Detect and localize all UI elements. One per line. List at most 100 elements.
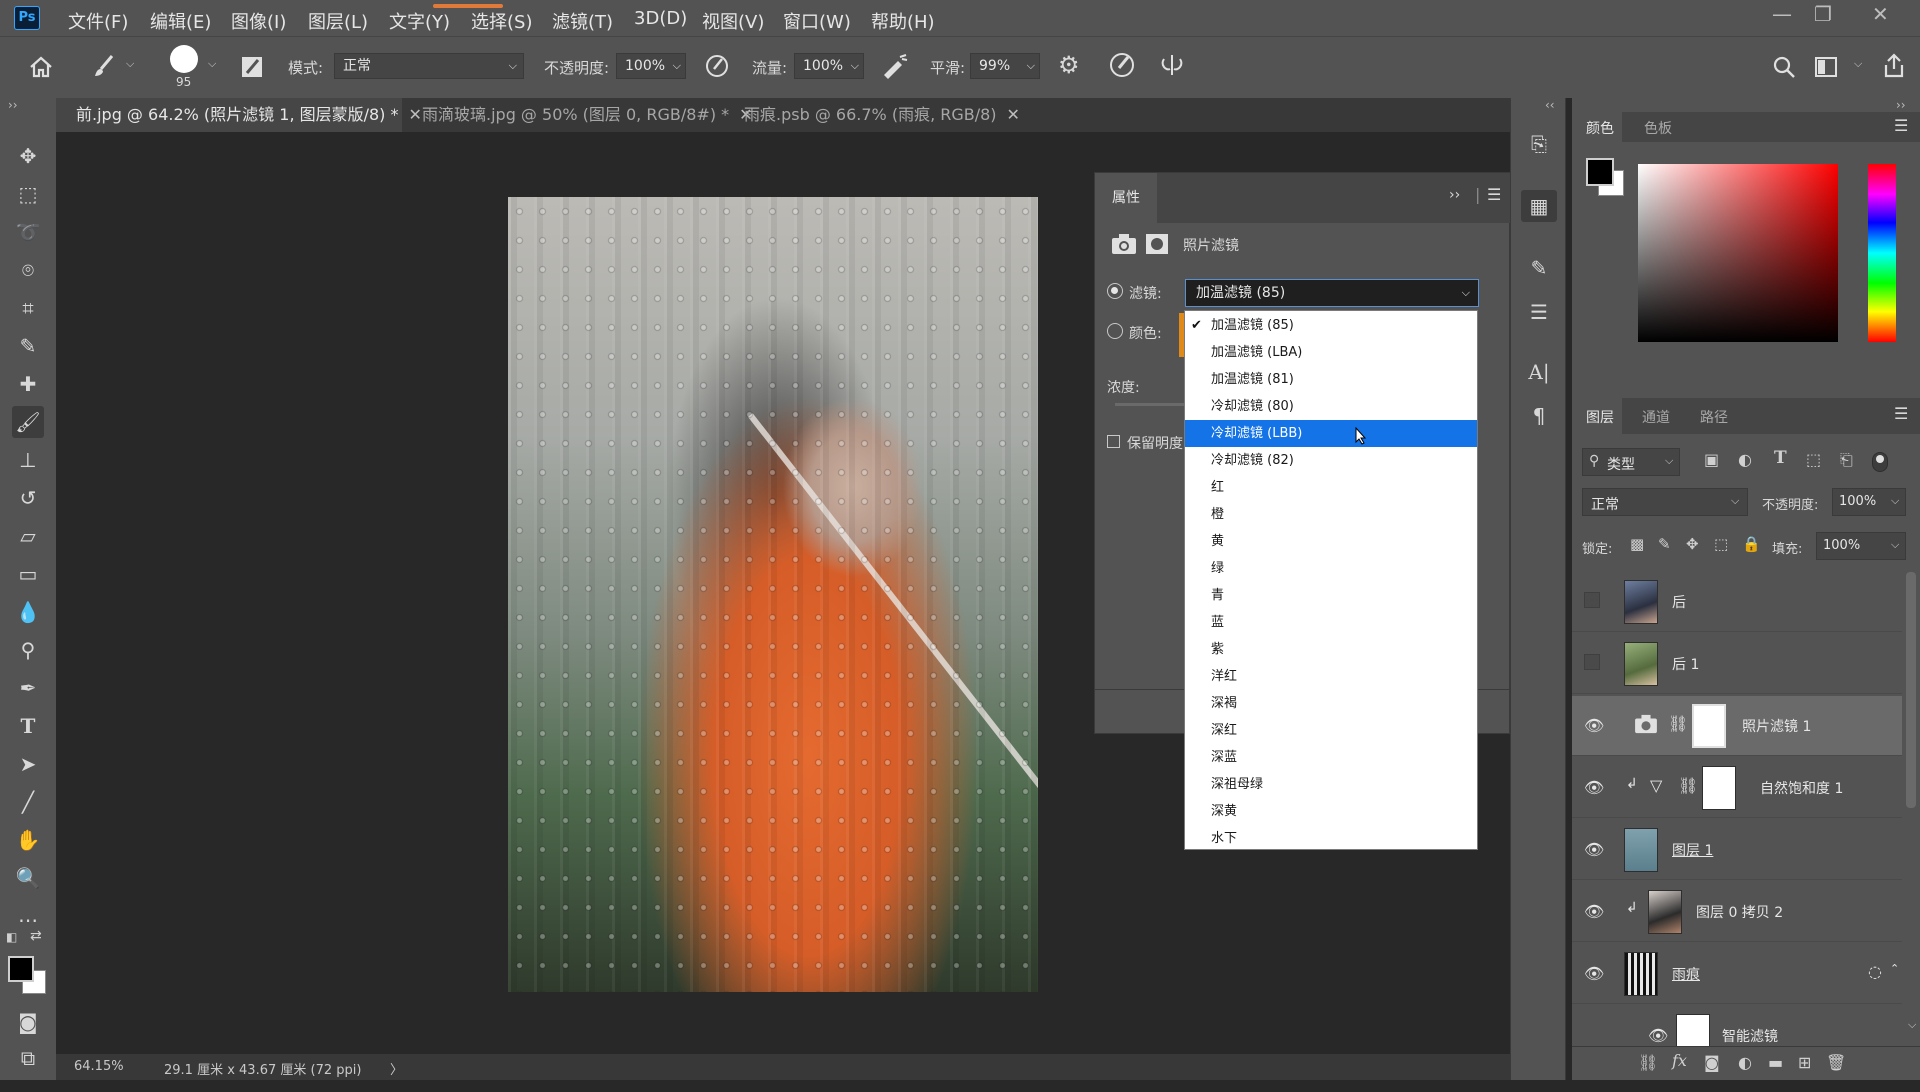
dropdown-option[interactable]: 冷却滤镜 (82)	[1185, 447, 1477, 474]
filter-select[interactable]: 加温滤镜 (85) ⌵	[1185, 279, 1479, 307]
dropdown-option[interactable]: 橙	[1185, 501, 1477, 528]
doc-tab-front[interactable]: 前.jpg @ 64.2% (照片滤镜 1, 图层蒙版/8) * ✕	[56, 98, 422, 132]
tab-paths[interactable]: 路径	[1700, 407, 1728, 427]
hand-tool-icon[interactable]: ✋	[12, 824, 44, 856]
layer-row[interactable]: 👁 ↲ 图层 0 拷贝 2	[1572, 882, 1902, 942]
layer-row[interactable]: 👁 ↲ ▽ ⛓ 自然饱和度 1	[1572, 758, 1902, 818]
layer-filter-kind[interactable]: ⚲ 类型 ⌵	[1582, 448, 1680, 476]
dropdown-option[interactable]: 紫	[1185, 636, 1477, 663]
path-selection-tool-icon[interactable]: ➤	[12, 748, 44, 780]
lasso-tool-icon[interactable]: ➰	[12, 216, 44, 248]
search-icon[interactable]	[1772, 55, 1796, 79]
blend-mode-select[interactable]: 正常 ⌵	[1582, 488, 1748, 516]
link-icon[interactable]: ⛓	[1668, 714, 1688, 733]
eye-icon[interactable]: 👁	[1584, 840, 1604, 859]
delete-layer-icon[interactable]: 🗑	[1826, 1053, 1846, 1072]
move-tool-icon[interactable]: ✥	[12, 140, 44, 172]
menu-window[interactable]: 窗口(W)	[783, 8, 851, 34]
healing-brush-tool-icon[interactable]: ✚	[12, 368, 44, 400]
layer-row[interactable]: 👁 图层 1	[1572, 820, 1902, 880]
blur-tool-icon[interactable]: 💧	[12, 596, 44, 628]
eraser-tool-icon[interactable]: ▱	[12, 520, 44, 552]
layer-row[interactable]: 后	[1572, 572, 1902, 632]
new-group-icon[interactable]: ▬	[1768, 1053, 1783, 1072]
tab-swatches[interactable]: 色板	[1644, 118, 1672, 138]
hue-slider[interactable]	[1868, 164, 1896, 342]
visibility-toggle-off[interactable]	[1584, 592, 1600, 608]
dropdown-option[interactable]: 洋红	[1185, 663, 1477, 690]
history-icon[interactable]: ⎘	[1521, 128, 1557, 160]
collapse-panel-icon[interactable]: ››	[1449, 187, 1460, 203]
menu-3d[interactable]: 3D(D)	[634, 8, 687, 29]
lock-position-icon[interactable]: ✥	[1686, 535, 1699, 553]
color-picker-field[interactable]	[1638, 164, 1838, 342]
brush-settings-icon[interactable]	[240, 55, 264, 79]
adjustments-icon[interactable]: ▦	[1521, 190, 1557, 222]
line-tool-icon[interactable]: ╱	[12, 786, 44, 818]
dropdown-option[interactable]: 深红	[1185, 717, 1477, 744]
swap-colors-icon[interactable]: ⇄	[30, 928, 42, 944]
tab-color[interactable]: 颜色	[1586, 118, 1614, 138]
color-radio[interactable]	[1107, 323, 1123, 339]
dropdown-option[interactable]: 水下	[1185, 825, 1477, 852]
minimize-button[interactable]: —	[1772, 2, 1792, 26]
chevron-down-icon[interactable]: ⌵	[1908, 1018, 1916, 1032]
chevron-down-icon[interactable]: ⌵	[126, 57, 134, 71]
eye-icon[interactable]: 👁	[1584, 716, 1604, 735]
pixel-layer-filter-icon[interactable]: ▣	[1704, 450, 1719, 469]
status-menu-arrow[interactable]: 〉	[390, 1059, 403, 1078]
collapse-arrows-icon[interactable]: ‹‹	[1545, 98, 1555, 112]
opacity-input[interactable]: 100% ⌵	[616, 53, 686, 79]
menu-file[interactable]: 文件(F)	[68, 8, 128, 34]
panel-menu-icon[interactable]: ☰	[1894, 116, 1908, 135]
tab-layers[interactable]: 图层	[1586, 407, 1614, 427]
visibility-toggle-off[interactable]	[1584, 654, 1600, 670]
menu-help[interactable]: 帮助(H)	[871, 8, 935, 34]
dodge-tool-icon[interactable]: ⚲	[12, 634, 44, 666]
menu-layer[interactable]: 图层(L)	[308, 8, 368, 34]
layer-mask-thumbnail[interactable]	[1702, 766, 1736, 810]
layer-row[interactable]: 后 1	[1572, 634, 1902, 694]
dropdown-option[interactable]: 深祖母绿	[1185, 771, 1477, 798]
tab-properties[interactable]: 属性	[1095, 173, 1157, 223]
link-icon[interactable]: ⛓	[1678, 776, 1698, 795]
dropdown-option[interactable]: ✔ 加温滤镜 (85)	[1185, 312, 1477, 339]
document-image[interactable]	[508, 197, 1038, 992]
zoom-tool-icon[interactable]: 🔍	[12, 862, 44, 894]
pressure-size-icon[interactable]	[1108, 51, 1136, 79]
gear-icon[interactable]: ⚙	[1058, 51, 1080, 79]
lock-all-icon[interactable]: 🔒	[1742, 535, 1761, 553]
workspace-icon[interactable]	[1814, 55, 1838, 79]
brush-settings-panel-icon[interactable]: ✎	[1521, 252, 1557, 284]
fx-icon[interactable]: fx	[1672, 1051, 1687, 1070]
layers-scrollbar[interactable]	[1906, 572, 1916, 808]
add-mask-icon[interactable]: ◙	[1704, 1053, 1720, 1072]
dropdown-option[interactable]: 深褐	[1185, 690, 1477, 717]
eye-icon[interactable]: 👁	[1584, 778, 1604, 797]
zoom-level[interactable]: 64.15%	[74, 1059, 124, 1074]
dropdown-option[interactable]: 加温滤镜 (81)	[1185, 366, 1477, 393]
smoothing-input[interactable]: 99% ⌵	[970, 53, 1040, 79]
filter-radio[interactable]	[1107, 283, 1123, 299]
density-slider[interactable]	[1115, 403, 1185, 406]
eye-icon[interactable]: 👁	[1584, 964, 1604, 983]
link-layers-icon[interactable]: ⛓	[1638, 1053, 1658, 1072]
flow-input[interactable]: 100% ⌵	[794, 53, 864, 79]
new-adjustment-icon[interactable]: ◐	[1738, 1053, 1752, 1072]
close-button[interactable]: ✕	[1872, 2, 1889, 26]
menu-view[interactable]: 视图(V)	[702, 8, 764, 34]
foreground-color-swatch[interactable]	[8, 956, 34, 982]
panel-menu-icon[interactable]: ☰	[1487, 185, 1501, 204]
marquee-tool-icon[interactable]: ⬚	[12, 178, 44, 210]
tab-channels[interactable]: 通道	[1642, 407, 1670, 427]
menu-filter[interactable]: 滤镜(T)	[552, 8, 613, 34]
collapse-arrows-icon[interactable]: ››	[1896, 98, 1906, 112]
chevron-up-icon[interactable]: ⌃	[1890, 962, 1899, 975]
character-icon[interactable]: A|	[1521, 356, 1557, 388]
eyedropper-tool-icon[interactable]: ✎	[12, 330, 44, 362]
shape-layer-filter-icon[interactable]: ⬚	[1806, 450, 1821, 469]
history-brush-tool-icon[interactable]: ↺	[12, 482, 44, 514]
menu-edit[interactable]: 编辑(E)	[150, 8, 211, 34]
eye-icon[interactable]: 👁	[1648, 1026, 1668, 1045]
new-layer-icon[interactable]: ⊞	[1798, 1053, 1811, 1072]
